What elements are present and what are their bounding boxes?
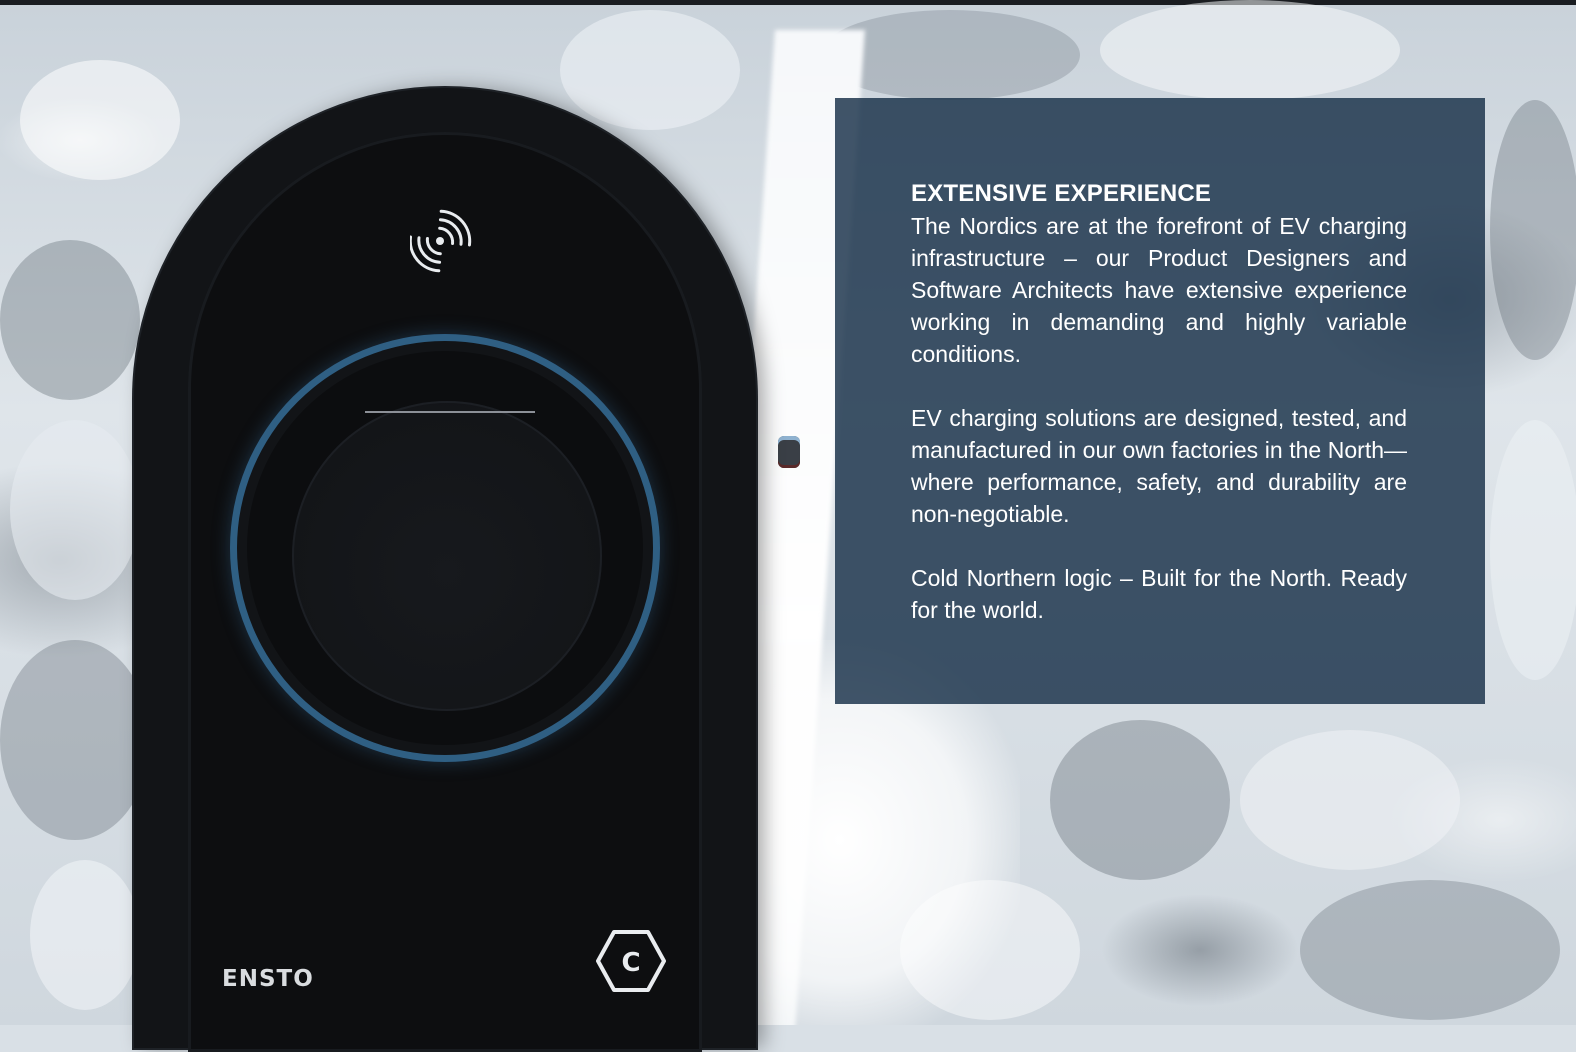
brand-logo: ENSTO	[222, 966, 314, 992]
snow-tree	[1100, 0, 1400, 100]
rfid-contactless-icon	[410, 209, 472, 273]
panel-paragraph-3: Cold Northern logic – Built for the Nort…	[911, 565, 1407, 623]
charging-socket[interactable]	[292, 401, 602, 711]
c-badge-icon: C	[596, 930, 666, 992]
socket-lid	[365, 411, 535, 427]
snow-tree	[10, 420, 140, 600]
info-panel-content: EXTENSIVE EXPERIENCE The Nordics are at …	[911, 178, 1407, 658]
snow-tree	[1240, 730, 1460, 870]
car	[778, 436, 800, 468]
charging-socket-ring	[230, 334, 660, 762]
snow-tree	[20, 60, 180, 180]
panel-title: EXTENSIVE EXPERIENCE	[911, 180, 1212, 207]
snow-tree	[560, 10, 740, 130]
panel-paragraph-1: The Nordics are at the forefront of EV c…	[911, 213, 1407, 367]
panel-paragraph-2: EV charging solutions are designed, test…	[911, 405, 1407, 527]
info-panel: EXTENSIVE EXPERIENCE The Nordics are at …	[835, 98, 1485, 704]
snow-tree	[1050, 720, 1230, 880]
snow-tree	[1300, 880, 1560, 1020]
snow-tree	[1490, 100, 1576, 360]
top-bar	[0, 0, 1576, 5]
snow-tree	[0, 240, 140, 400]
svg-text:C: C	[621, 948, 640, 978]
snow-tree	[30, 860, 140, 1010]
snow-tree	[1490, 420, 1576, 680]
snow-tree	[0, 640, 150, 840]
